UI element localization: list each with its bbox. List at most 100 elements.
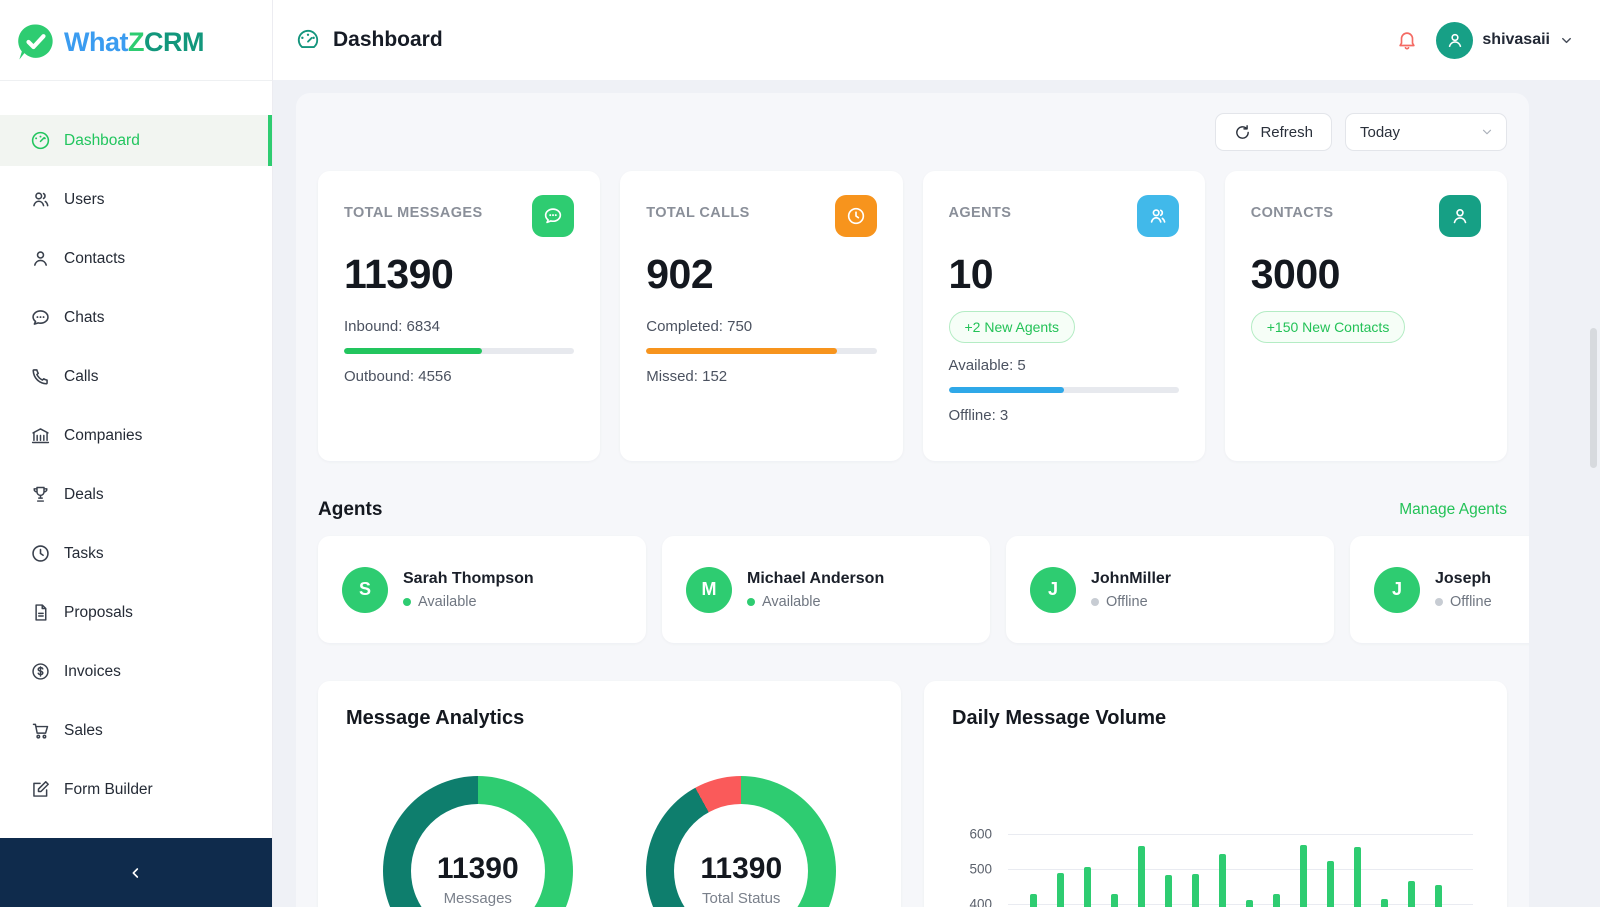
sidebar-item-users[interactable]: Users [0, 174, 272, 225]
agent-name: JohnMiller [1091, 569, 1172, 587]
sidebar-item-form-builder[interactable]: Form Builder [0, 764, 272, 815]
users-icon [1136, 195, 1179, 237]
chat-bubble-icon [29, 307, 51, 329]
document-icon [29, 602, 51, 624]
gauge-icon [29, 130, 51, 152]
donut-label: Messages [443, 889, 512, 907]
bar [1408, 880, 1415, 907]
agent-name: Sarah Thompson [403, 569, 534, 587]
bar [1219, 854, 1226, 907]
bar [1354, 847, 1361, 907]
bar [1435, 884, 1442, 907]
agent-avatar: S [342, 566, 388, 613]
period-value: Today [1360, 123, 1401, 141]
sidebar-item-invoices[interactable]: Invoices [0, 646, 272, 697]
stat-subline: Inbound: 6834 [344, 318, 440, 335]
sidebar-item-sales[interactable]: Sales [0, 705, 272, 756]
agent-card[interactable]: S Sarah Thompson Available [318, 536, 646, 643]
status-dot [403, 597, 411, 606]
stats-row: TOTAL MESSAGES 11390 Inbound: 6834 Outbo… [318, 171, 1507, 461]
brand-wordmark: WhatZCRM [64, 26, 204, 57]
agent-status-label: Offline [1450, 593, 1492, 610]
message-analytics-card: Message Analytics 11390 Messages 11390 T… [318, 681, 901, 907]
page-title: Dashboard [333, 28, 443, 51]
user-menu[interactable]: shivasaii [1436, 21, 1574, 59]
sidebar-item-contacts[interactable]: Contacts [0, 233, 272, 284]
new-agents-badge: +2 New Agents [948, 311, 1076, 343]
dashboard-panel: Refresh Today TOTAL MESSAGES 11390 Inbou… [296, 93, 1529, 907]
agent-card[interactable]: J JohnMiller Offline [1006, 536, 1334, 643]
agent-status-label: Available [418, 593, 477, 610]
vertical-scrollbar[interactable] [1590, 328, 1597, 468]
agents-section-header: Agents Manage Agents [318, 499, 1507, 521]
status-dot [1091, 597, 1099, 606]
stat-label: CONTACTS [1250, 205, 1334, 221]
donut-label: Total Status [702, 889, 781, 907]
agent-card[interactable]: J Joseph Offline [1350, 536, 1529, 643]
bar [1327, 861, 1334, 907]
bar-chart: 600 500 400 [952, 827, 1479, 907]
donut-charts: 11390 Messages 11390 Total Status [346, 776, 873, 907]
users-icon [29, 189, 51, 211]
sidebar-item-dashboard[interactable]: Dashboard [0, 115, 272, 166]
agent-avatar: M [686, 566, 732, 613]
notifications-bell-icon[interactable] [1396, 29, 1418, 51]
sidebar-item-label: Proposals [64, 603, 133, 621]
progress-bar [344, 348, 575, 354]
bar [1138, 846, 1145, 907]
agent-card[interactable]: M Michael Anderson Available [662, 536, 990, 643]
bars [1030, 834, 1449, 907]
clock-icon [834, 195, 877, 237]
agent-avatar: J [1030, 566, 1076, 613]
stat-card-total-messages: TOTAL MESSAGES 11390 Inbound: 6834 Outbo… [318, 171, 601, 461]
y-tick-label: 400 [969, 896, 992, 907]
bar [1165, 874, 1172, 907]
refresh-button[interactable]: Refresh [1215, 113, 1332, 151]
agents-row: S Sarah Thompson Available M Michael And… [318, 536, 1529, 643]
edit-square-icon [29, 779, 51, 801]
sidebar-item-chats[interactable]: Chats [0, 292, 272, 343]
sidebar-item-label: Deals [64, 485, 104, 503]
agents-heading: Agents [318, 499, 383, 520]
status-dot [747, 597, 755, 606]
sidebar-item-label: Companies [64, 426, 143, 444]
toolbar: Refresh Today [318, 113, 1507, 151]
stat-subline: Available: 5 [948, 357, 1026, 374]
agent-status-label: Available [762, 593, 821, 610]
trophy-icon [29, 484, 51, 506]
phone-icon [29, 366, 51, 388]
shopping-cart-icon [29, 720, 51, 742]
stat-label: AGENTS [948, 205, 1012, 221]
agent-status-label: Offline [1106, 593, 1148, 610]
sidebar-item-deals[interactable]: Deals [0, 469, 272, 520]
chat-icon [532, 195, 575, 237]
sidebar-item-proposals[interactable]: Proposals [0, 587, 272, 638]
sidebar-item-label: Dashboard [64, 131, 140, 149]
chevron-down-icon [1562, 37, 1571, 43]
sidebar-item-label: Users [64, 190, 105, 208]
period-select[interactable]: Today [1345, 113, 1507, 151]
donut-value: 11390 [700, 851, 783, 885]
sidebar-item-label: Tasks [64, 544, 104, 562]
sidebar: WhatZCRM Dashboard Users Contacts Chats … [0, 0, 273, 907]
app-root: WhatZCRM Dashboard Users Contacts Chats … [0, 0, 1600, 907]
bar [1057, 872, 1064, 907]
contact-person-icon [29, 248, 51, 270]
stat-value: 10 [948, 251, 994, 297]
sidebar-item-calls[interactable]: Calls [0, 351, 272, 402]
brand-logo[interactable]: WhatZCRM [0, 0, 272, 81]
agent-name: Michael Anderson [747, 569, 885, 587]
sidebar-item-tasks[interactable]: Tasks [0, 528, 272, 579]
bank-building-icon [29, 425, 51, 447]
bar [1246, 899, 1253, 907]
refresh-label: Refresh [1260, 123, 1313, 141]
refresh-icon [1236, 124, 1250, 139]
sidebar-collapse-button[interactable] [0, 838, 272, 907]
manage-agents-link[interactable]: Manage Agents [1399, 501, 1507, 519]
bar [1273, 893, 1280, 907]
agent-name: Joseph [1435, 569, 1492, 587]
dollar-circle-icon [29, 661, 51, 683]
stat-subline: Offline: 3 [948, 407, 1009, 424]
sidebar-item-companies[interactable]: Companies [0, 410, 272, 461]
bar [1111, 894, 1118, 907]
